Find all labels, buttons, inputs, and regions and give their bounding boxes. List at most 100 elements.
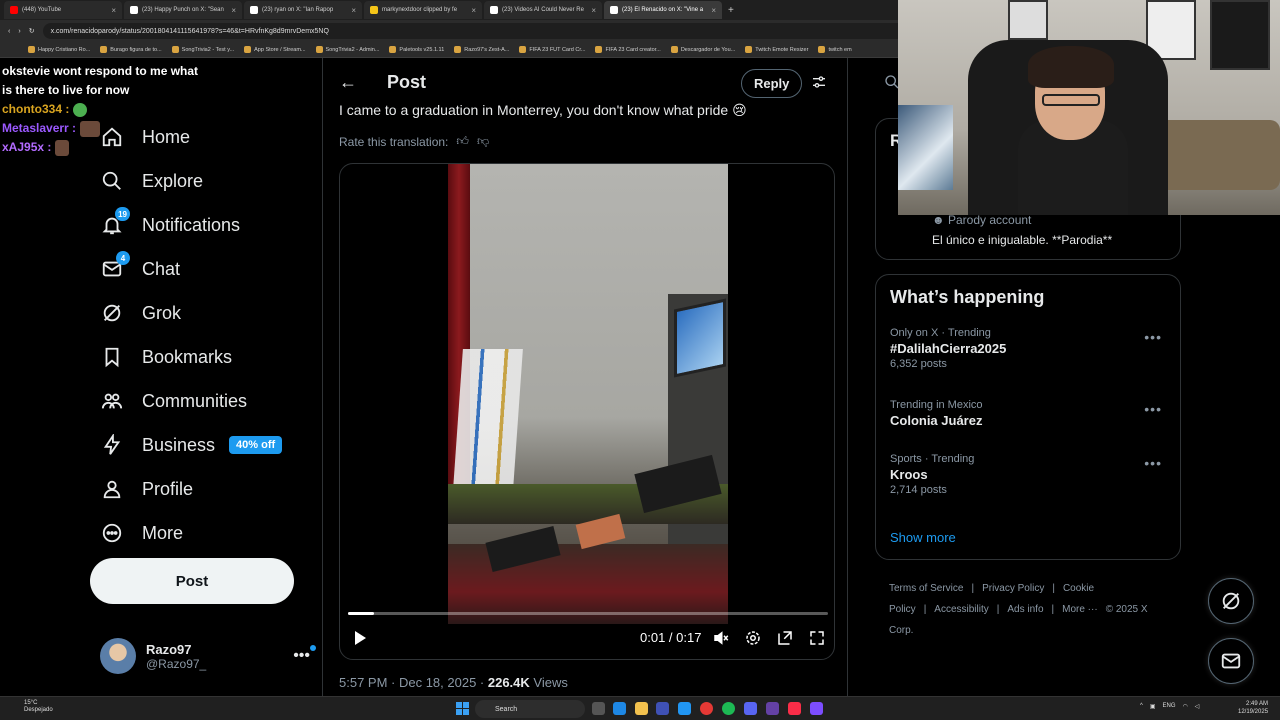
browser-tab[interactable]: (23) ryan on X: "Ian Rapop × [244, 1, 362, 19]
grok-icon [100, 301, 124, 325]
new-tab-icon[interactable]: + [728, 5, 734, 16]
compose-post-button[interactable]: Post [90, 558, 294, 604]
more-icon[interactable]: ••• [1144, 401, 1162, 417]
system-tray[interactable]: ^ ▣ ENG ◠ ◁ [1140, 703, 1199, 710]
bookmark-item[interactable]: twitch em [818, 46, 852, 53]
browser-tab[interactable]: markynextdoor clipped by fe × [364, 1, 482, 19]
twitch-icon[interactable] [810, 702, 823, 715]
browser-tab[interactable]: (23) Happy Punch on X: "Sean × [124, 1, 242, 19]
browser-tab[interactable]: (23) Videos AI Could Never Re × [484, 1, 602, 19]
close-icon[interactable]: × [351, 6, 356, 15]
browser-tab[interactable]: (448) YouTube × [4, 1, 122, 19]
windows-start-icon[interactable] [456, 702, 469, 715]
thumbs-down-icon[interactable]: 👎︎ [477, 134, 489, 149]
chrome-icon[interactable] [700, 702, 713, 715]
reload-icon[interactable]: ↻ [29, 27, 35, 35]
sidebar-item-label: Business [142, 434, 216, 455]
footer-link[interactable]: Terms of Service [889, 583, 963, 594]
more-icon[interactable]: ••• [1144, 455, 1162, 471]
trend-item[interactable]: Only on X · Trending #DalilahCierra2025 … [890, 327, 1170, 370]
fullscreen-icon[interactable] [808, 629, 826, 647]
footer-separator: | [971, 583, 975, 594]
reply-button[interactable]: Reply [741, 69, 803, 98]
clock-time: 2:49 AM [1246, 701, 1269, 707]
trend-item[interactable]: Sports · Trending Kroos 2,714 posts ••• [890, 453, 1170, 496]
bookmark-item[interactable]: App Store / Stream... [244, 46, 306, 53]
back-icon[interactable]: ‹ [8, 28, 10, 35]
mail-app-icon[interactable] [678, 702, 691, 715]
bookmark-item[interactable]: Descargador de You... [670, 46, 736, 53]
youtube-icon [10, 6, 18, 14]
close-icon[interactable]: × [591, 6, 596, 15]
discord-icon[interactable] [744, 702, 757, 715]
task-view-icon[interactable] [592, 702, 605, 715]
forward-icon[interactable]: › [18, 28, 20, 35]
url-text: x.com/renacidoparody/status/200180414111… [50, 27, 329, 35]
pip-icon[interactable] [776, 629, 794, 647]
grok-fab-button[interactable] [1208, 578, 1254, 624]
bookmark-label: Twitch Emote Resizer [755, 46, 809, 53]
sidebar-item-chat[interactable]: 4 Chat [100, 247, 282, 291]
bookmark-item[interactable]: SongTrivia2 - Admin... [315, 46, 379, 53]
trend-context: Only on X · Trending [890, 327, 991, 339]
back-arrow-icon[interactable]: ← [339, 72, 357, 93]
taskbar-search[interactable]: Search [475, 700, 585, 718]
edge-icon[interactable] [613, 702, 626, 715]
spotify-icon[interactable] [722, 702, 735, 715]
taskbar-clock[interactable]: 2:49 AM 12/19/2025 [1238, 700, 1268, 716]
thumbs-up-icon[interactable]: 👍︎ [456, 134, 469, 149]
sidebar-item-communities[interactable]: Communities [100, 379, 282, 423]
account-more-icon[interactable]: ••• [293, 645, 316, 665]
store-icon[interactable] [656, 702, 669, 715]
folder-icon[interactable] [635, 702, 648, 715]
trend-item[interactable]: Trending in Mexico Colonia Juárez ••• [890, 399, 1170, 428]
bookmark-item[interactable]: Happy Cristiano Ro... [28, 46, 90, 53]
more-icon[interactable]: ••• [1144, 329, 1162, 345]
close-icon[interactable]: × [231, 6, 236, 15]
sidebar-item-label: Profile [142, 478, 194, 499]
settings-gear-icon[interactable] [744, 629, 762, 647]
profile-bio: El único e inigualable. **Parodia** [932, 233, 1113, 247]
sidebar-item-business[interactable]: Business 40% off [100, 423, 283, 467]
show-more-link[interactable]: Show more [890, 530, 956, 545]
volume-icon[interactable]: ◁ [1195, 703, 1200, 710]
play-icon[interactable] [352, 630, 368, 646]
sidebar-item-profile[interactable]: Profile [100, 467, 282, 511]
video-progress-bar[interactable] [348, 612, 828, 615]
account-switcher[interactable]: Razo97 @Razo97_ ••• [100, 638, 316, 674]
language-indicator[interactable]: ENG [1163, 703, 1176, 710]
bookmark-label: Razo97's Zest-A... [464, 46, 510, 53]
sidebar-item-bookmarks[interactable]: Bookmarks [100, 335, 282, 379]
footer-link[interactable]: Accessibility [934, 604, 988, 615]
trend-count: 2,714 posts [890, 484, 947, 496]
close-icon[interactable]: × [111, 6, 116, 15]
sidebar-item-notifications[interactable]: 19 Notifications [100, 203, 282, 247]
sidebar-item-grok[interactable]: Grok [100, 291, 282, 335]
bookmark-item[interactable]: SongTrivia2 - Test y... [171, 46, 234, 53]
chat-message: okstevie wont respond to me what is ther… [2, 62, 222, 100]
bookmark-label: Descargador de You... [680, 46, 736, 53]
network-icon: ▣ [1149, 704, 1156, 710]
bookmark-item[interactable]: Twitch Emote Resizer [745, 46, 808, 53]
sliders-icon[interactable] [811, 74, 827, 95]
close-icon[interactable]: × [711, 6, 716, 15]
bookmark-item[interactable]: Burago figura de to... [100, 46, 162, 53]
browser-tab-active[interactable]: (23) El Renacido on X: "Vine a × [604, 1, 722, 19]
video-player[interactable]: 0:01 / 0:17 [339, 163, 835, 660]
bookmark-item[interactable]: FIFA 23 Card creator... [595, 46, 661, 53]
close-icon[interactable]: × [471, 6, 476, 15]
mute-icon[interactable] [712, 629, 730, 647]
footer-link[interactable]: Ads info [1007, 604, 1043, 615]
sidebar-item-explore[interactable]: Explore [100, 159, 282, 203]
obs-icon[interactable] [766, 702, 779, 715]
bookmark-item[interactable]: Paletools v25.1.11 [389, 46, 444, 53]
chevron-up-icon[interactable]: ^ [1140, 703, 1143, 710]
messages-fab-button[interactable] [1208, 638, 1254, 684]
footer-link[interactable]: More ··· [1062, 604, 1098, 615]
bookmark-item[interactable]: FIFA 23 FUT Card Cr... [519, 46, 585, 53]
bookmark-item[interactable]: Razo97's Zest-A... [454, 46, 509, 53]
sidebar-item-more[interactable]: More [100, 511, 282, 555]
music-icon[interactable] [788, 702, 801, 715]
weather-widget[interactable]: 15°C Despejado [24, 700, 53, 714]
footer-link[interactable]: Privacy Policy [982, 583, 1044, 594]
